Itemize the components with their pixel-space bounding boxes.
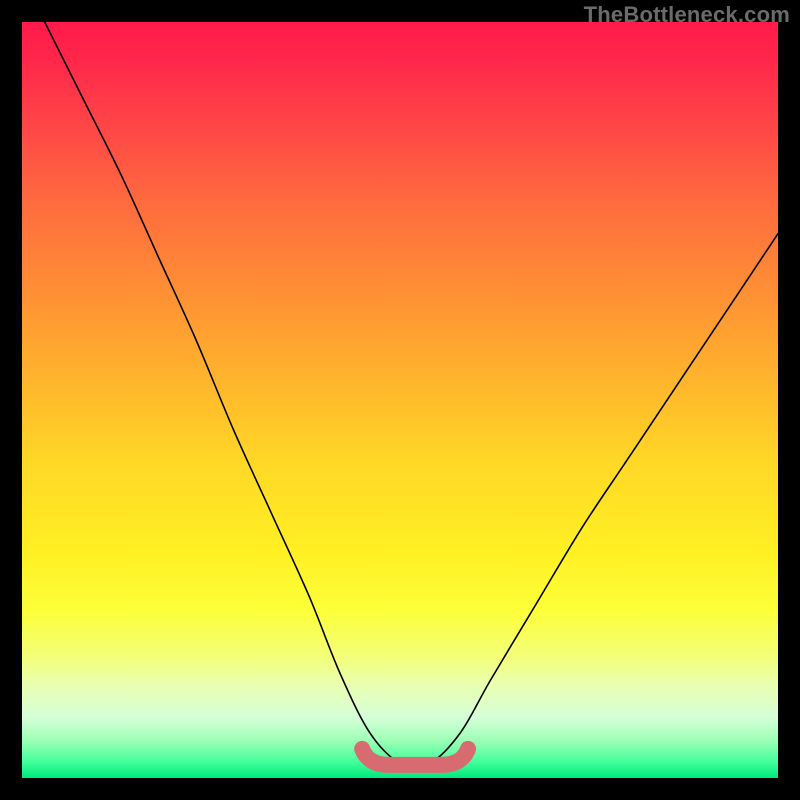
- curve-path: [45, 22, 778, 767]
- flat-bottom-highlight: [362, 749, 468, 765]
- bottleneck-curve: [22, 22, 778, 778]
- chart-area: [22, 22, 778, 778]
